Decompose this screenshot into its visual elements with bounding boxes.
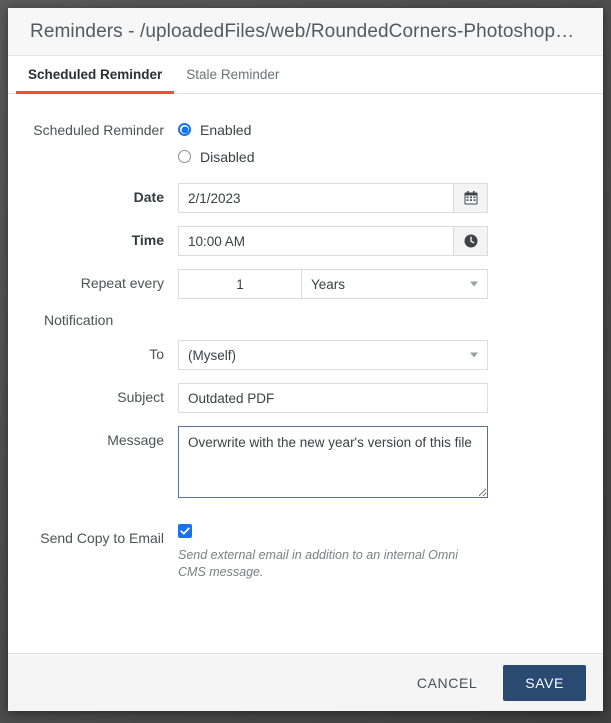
dialog-titlebar: Reminders - /uploadedFiles/web/RoundedCo… bbox=[8, 8, 603, 56]
section-notification: Notification bbox=[8, 312, 603, 328]
notification-section-title: Notification bbox=[44, 312, 114, 328]
radio-enabled-label: Enabled bbox=[200, 121, 252, 138]
radio-enabled-icon[interactable] bbox=[178, 123, 191, 136]
save-button[interactable]: SAVE bbox=[503, 664, 586, 701]
radio-option-enabled[interactable]: Enabled bbox=[178, 116, 589, 143]
chevron-down-icon bbox=[470, 352, 478, 358]
repeat-input-group: Years bbox=[178, 269, 488, 299]
cancel-button[interactable]: CANCEL bbox=[405, 666, 489, 700]
send-copy-field-wrap: Send external email in addition to an in… bbox=[178, 524, 603, 581]
page-title: Reminders - /uploadedFiles/web/RoundedCo… bbox=[30, 20, 575, 42]
time-field-wrap bbox=[178, 226, 603, 256]
row-send-copy-to-email: Send Copy to Email Send external email i… bbox=[8, 524, 603, 581]
row-subject: Subject bbox=[8, 383, 603, 413]
label-repeat-every: Repeat every bbox=[80, 275, 164, 291]
row-time: Time bbox=[8, 226, 603, 256]
date-input[interactable] bbox=[178, 183, 454, 213]
tab-stale-reminder-label: Stale Reminder bbox=[186, 67, 280, 82]
repeat-unit-value: Years bbox=[311, 276, 346, 292]
tab-scheduled-reminder[interactable]: Scheduled Reminder bbox=[16, 56, 175, 94]
label-scheduled-reminder: Scheduled Reminder bbox=[33, 122, 164, 138]
send-copy-help-text: Send external email in addition to an in… bbox=[178, 548, 459, 579]
radio-option-disabled[interactable]: Disabled bbox=[178, 143, 589, 170]
row-date: Date bbox=[8, 183, 603, 213]
label-message: Message bbox=[107, 432, 164, 448]
subject-input[interactable] bbox=[178, 383, 488, 413]
label-date: Date bbox=[133, 189, 164, 205]
repeat-count-input[interactable] bbox=[178, 269, 302, 299]
form-area: Scheduled Reminder Enabled Disabled Date bbox=[8, 94, 603, 653]
message-field-wrap: Overwrite with the new year's version of… bbox=[178, 426, 603, 498]
to-field-wrap: (Myself) bbox=[178, 340, 603, 370]
row-repeat-every: Repeat every Years bbox=[8, 269, 603, 299]
calendar-icon[interactable] bbox=[454, 183, 488, 213]
tab-stale-reminder[interactable]: Stale Reminder bbox=[174, 56, 291, 93]
dialog-footer: CANCEL SAVE bbox=[8, 653, 603, 711]
time-input[interactable] bbox=[178, 226, 454, 256]
tab-scheduled-reminder-label: Scheduled Reminder bbox=[28, 67, 163, 82]
tab-bar: Scheduled Reminder Stale Reminder bbox=[8, 56, 603, 94]
message-textarea[interactable]: Overwrite with the new year's version of… bbox=[178, 426, 488, 498]
date-field-wrap bbox=[178, 183, 603, 213]
chevron-down-icon bbox=[470, 281, 478, 287]
to-select-value: (Myself) bbox=[188, 347, 236, 363]
send-copy-checkbox[interactable] bbox=[178, 524, 192, 538]
radio-disabled-icon[interactable] bbox=[178, 150, 191, 163]
to-select[interactable]: (Myself) bbox=[178, 340, 488, 370]
reminders-dialog: Reminders - /uploadedFiles/web/RoundedCo… bbox=[8, 8, 603, 711]
row-scheduled-reminder: Scheduled Reminder Enabled Disabled bbox=[8, 116, 603, 170]
repeat-unit-select[interactable]: Years bbox=[302, 269, 488, 299]
row-to: To (Myself) bbox=[8, 340, 603, 370]
repeat-field-wrap: Years bbox=[178, 269, 603, 299]
clock-icon[interactable] bbox=[454, 226, 488, 256]
row-message: Message Overwrite with the new year's ve… bbox=[8, 426, 603, 498]
radio-disabled-label: Disabled bbox=[200, 148, 255, 165]
date-input-group bbox=[178, 183, 488, 213]
label-to: To bbox=[149, 346, 164, 362]
scheduled-reminder-radiogroup: Enabled Disabled bbox=[178, 116, 603, 170]
label-send-copy-to-email: Send Copy to Email bbox=[40, 530, 164, 546]
label-time: Time bbox=[131, 232, 164, 248]
label-subject: Subject bbox=[117, 389, 164, 405]
subject-field-wrap bbox=[178, 383, 603, 413]
time-input-group bbox=[178, 226, 488, 256]
